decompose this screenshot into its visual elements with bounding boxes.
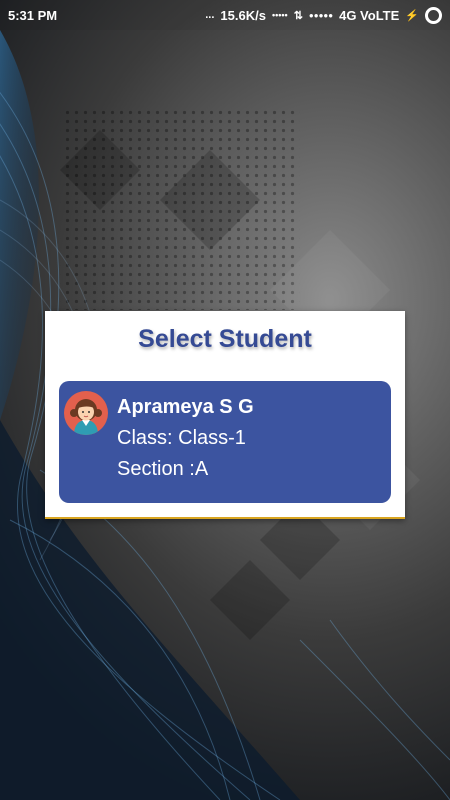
student-section: Section :A — [117, 458, 209, 480]
select-student-dialog: Select Student Aprameya S G Class: Class… — [45, 311, 405, 519]
student-avatar-icon — [64, 391, 108, 435]
student-card[interactable]: Aprameya S G Class: Class-1 Section :A — [59, 381, 391, 503]
status-dots: ... — [205, 9, 215, 21]
charging-icon: ⚡ — [405, 9, 419, 22]
signal-left-dots: ••••• — [271, 10, 288, 20]
dialog-title: Select Student — [138, 325, 312, 353]
student-name: Aprameya S G — [117, 396, 254, 418]
status-indicators: ... 15.6K/s ••••• ⇅ ●●●●● 4G VoLTE ⚡ — [205, 6, 442, 24]
status-bar: 5:31 PM ... 15.6K/s ••••• ⇅ ●●●●● 4G VoL… — [0, 0, 450, 30]
status-time: 5:31 PM — [8, 7, 58, 23]
network-type: 4G VoLTE — [339, 7, 400, 23]
student-class: Class: Class-1 — [117, 427, 246, 449]
battery-ring-icon — [425, 6, 442, 24]
signal-right-dots: ●●●●● — [308, 10, 334, 20]
network-speed: 15.6K/s — [220, 7, 266, 23]
download-arrows-icon: ⇅ — [293, 9, 303, 22]
